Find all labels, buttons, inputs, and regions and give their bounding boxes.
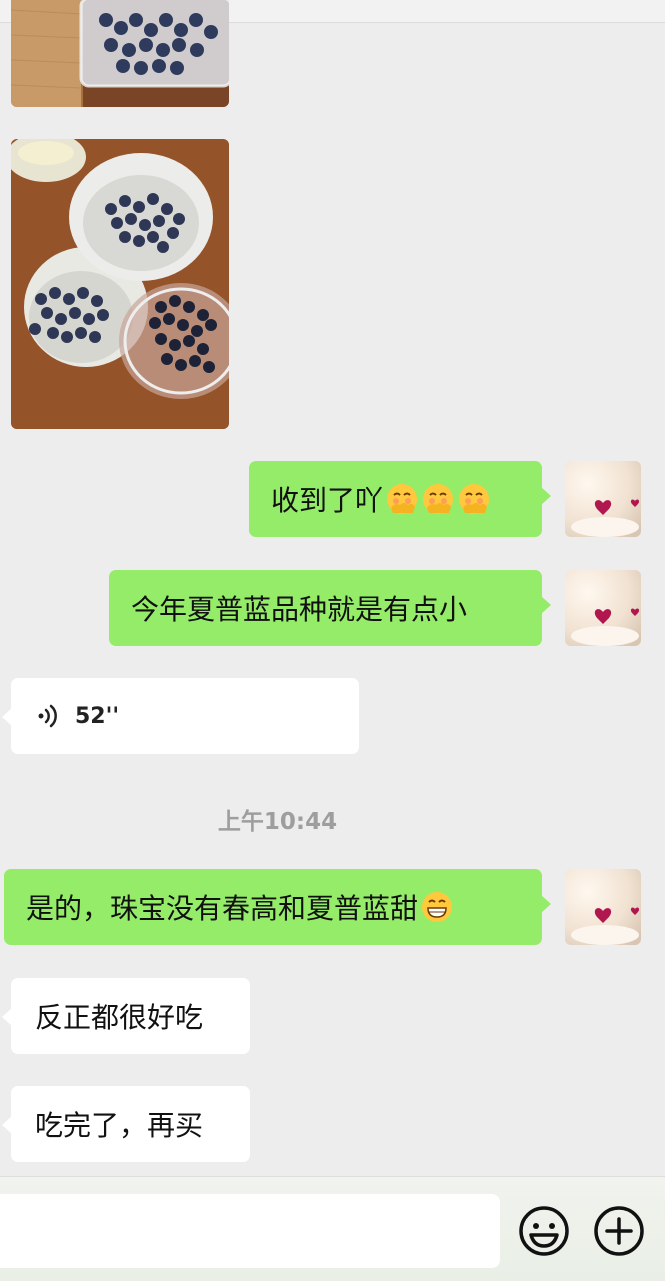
smirk-hand-emoji-icon xyxy=(421,482,455,516)
grinning-emoji-icon xyxy=(420,890,454,924)
emoji-face-icon[interactable] xyxy=(516,1203,572,1259)
message-text: 吃完了，再买 xyxy=(35,1109,204,1142)
message-text: 收到了吖 xyxy=(271,484,384,517)
voice-duration: 52'' xyxy=(75,703,120,729)
timestamp: 上午10:44 xyxy=(217,809,338,835)
message-input[interactable] xyxy=(0,1194,500,1268)
image-message-blueberries-box[interactable] xyxy=(11,0,229,107)
message-text: 反正都很好吃 xyxy=(35,1001,204,1034)
outgoing-message-received[interactable]: 收到了吖 xyxy=(249,461,551,537)
user-avatar[interactable] xyxy=(565,869,641,945)
smirk-hand-emoji-icon xyxy=(385,482,419,516)
smirk-hand-emoji-icon xyxy=(457,482,491,516)
plus-circle-icon[interactable] xyxy=(591,1203,647,1259)
user-avatar[interactable] xyxy=(565,570,641,646)
input-bar xyxy=(0,1176,665,1281)
message-text: 今年夏普蓝品种就是有点小 xyxy=(131,593,468,626)
incoming-message-delicious[interactable]: 反正都很好吃 xyxy=(2,978,250,1054)
image-message-blueberries-bowls[interactable] xyxy=(11,139,229,429)
user-avatar[interactable] xyxy=(565,461,641,537)
incoming-voice-message[interactable]: 52'' xyxy=(2,678,359,754)
voice-wave-icon xyxy=(35,702,63,730)
incoming-message-buy-again[interactable]: 吃完了，再买 xyxy=(2,1086,250,1162)
message-text: 是的，珠宝没有春高和夏普蓝甜 xyxy=(26,892,419,925)
outgoing-message-comparison[interactable]: 是的，珠宝没有春高和夏普蓝甜 xyxy=(4,869,551,945)
outgoing-message-variety[interactable]: 今年夏普蓝品种就是有点小 xyxy=(109,570,551,646)
